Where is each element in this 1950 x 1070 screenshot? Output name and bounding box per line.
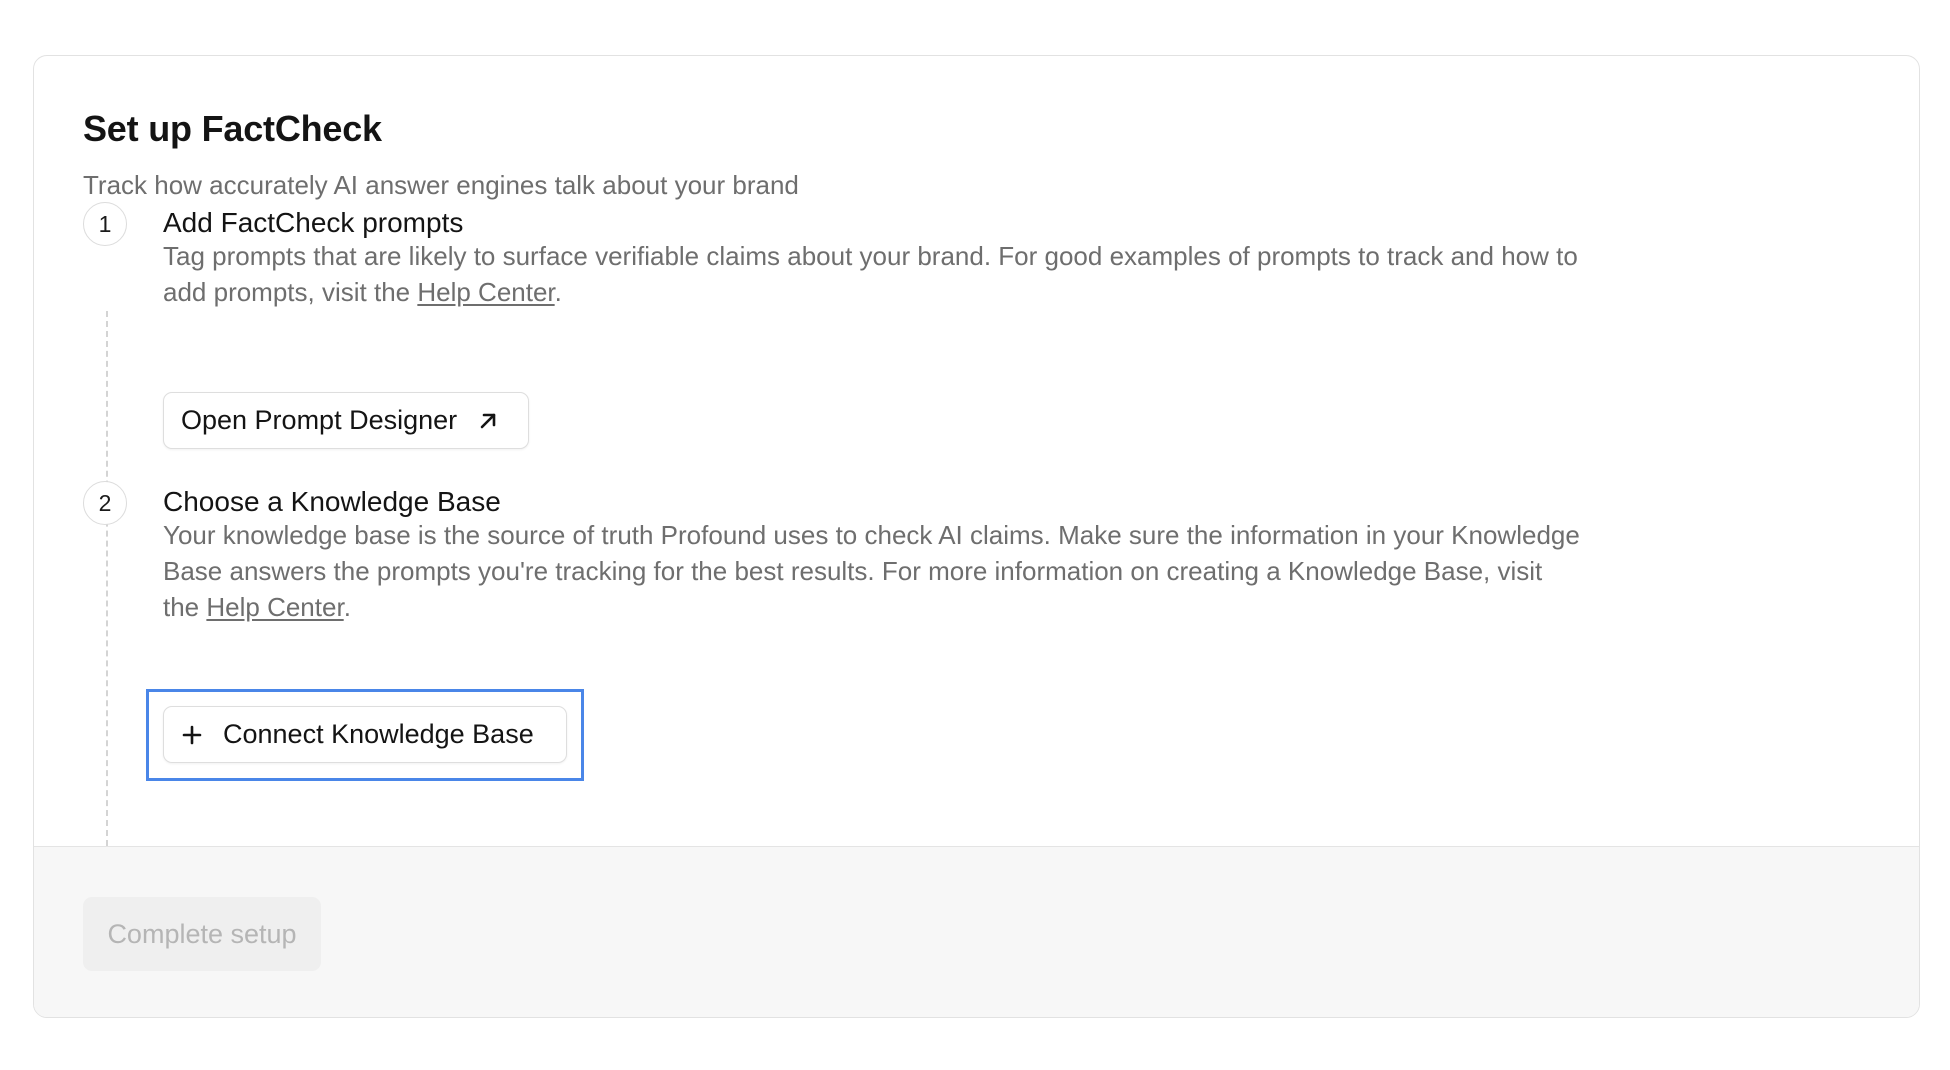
- setup-card: Set up FactCheck Track how accurately AI…: [33, 55, 1920, 1018]
- connect-knowledge-base-button[interactable]: Connect Knowledge Base: [163, 706, 567, 763]
- step-description-end: .: [343, 592, 351, 622]
- step-description-text: Your knowledge base is the source of tru…: [163, 520, 1580, 622]
- setup-card-footer: Complete setup: [34, 846, 1919, 1017]
- step-description-knowledge-base: Your knowledge base is the source of tru…: [163, 517, 1583, 625]
- help-center-link[interactable]: Help Center: [206, 592, 343, 622]
- help-center-link[interactable]: Help Center: [417, 277, 554, 307]
- open-prompt-designer-label: Open Prompt Designer: [181, 405, 458, 435]
- step-number-1: 1: [83, 202, 127, 246]
- open-prompt-designer-button[interactable]: Open Prompt Designer: [163, 392, 529, 449]
- step-description-add-prompts: Tag prompts that are likely to surface v…: [163, 238, 1583, 310]
- plus-icon: [181, 724, 203, 746]
- arrow-up-right-icon: [477, 410, 499, 432]
- complete-setup-button[interactable]: Complete setup: [83, 897, 321, 971]
- steps-timeline: [106, 311, 108, 846]
- step-title-add-prompts: Add FactCheck prompts: [163, 207, 464, 238]
- step-number-2: 2: [83, 481, 127, 525]
- step-description-end: .: [554, 277, 562, 307]
- connect-knowledge-base-label: Connect Knowledge Base: [223, 719, 534, 749]
- step-description-text: Tag prompts that are likely to surface v…: [163, 241, 1578, 307]
- page-title: Set up FactCheck: [83, 108, 382, 149]
- setup-card-body: Set up FactCheck Track how accurately AI…: [34, 56, 1919, 846]
- page-subtitle: Track how accurately AI answer engines t…: [83, 170, 799, 200]
- step-title-knowledge-base: Choose a Knowledge Base: [163, 486, 501, 517]
